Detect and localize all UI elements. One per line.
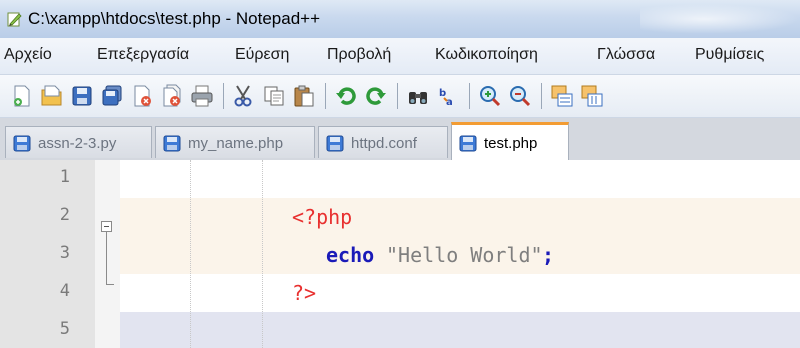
tab-label: my_name.php	[188, 135, 284, 152]
notepadpp-app-icon[interactable]	[6, 11, 22, 27]
semicolon: ;	[542, 243, 555, 267]
tab-httpd-conf[interactable]: httpd.conf	[318, 126, 448, 158]
menu-view[interactable]: Προβολή	[327, 46, 391, 64]
tab-label: httpd.conf	[351, 135, 417, 152]
code-line-2[interactable]: 2 <?php	[0, 198, 800, 236]
document-saved-icon	[13, 135, 31, 152]
fold-range-end	[106, 284, 114, 285]
toolbar-separator	[397, 83, 398, 109]
menu-search[interactable]: Εύρεση	[235, 46, 289, 64]
indent-guide	[262, 160, 263, 348]
open-file-icon[interactable]	[40, 84, 64, 108]
php-open-tag: <?php	[292, 205, 353, 229]
code-line-5[interactable]: 5	[0, 312, 800, 348]
new-file-icon[interactable]	[10, 84, 34, 108]
code-line-3[interactable]: 3 echo "Hello World" ;	[0, 236, 800, 274]
menu-settings[interactable]: Ρυθμίσεις	[695, 46, 764, 64]
fold-collapse-icon[interactable]	[101, 221, 112, 232]
svg-text:a: a	[446, 97, 453, 108]
tab-assn-2-3[interactable]: assn-2-3.py	[5, 126, 152, 158]
copy-icon[interactable]	[262, 84, 286, 108]
close-icon[interactable]	[130, 84, 154, 108]
line-content[interactable]: ?>	[120, 274, 800, 312]
line-number: 2	[59, 205, 70, 225]
redo-icon[interactable]	[364, 84, 388, 108]
code-line-4[interactable]: 4 ?>	[0, 274, 800, 312]
code-editor[interactable]: 1 2 <?php 3 echo "Hello World" ; 4 ?> 5	[0, 160, 800, 348]
line-content[interactable]: <?php	[120, 198, 800, 236]
zoom-out-icon[interactable]	[508, 84, 532, 108]
undo-icon[interactable]	[334, 84, 358, 108]
tab-bar: assn-2-3.py my_name.php httpd.conf test.…	[0, 118, 800, 161]
tab-test-php[interactable]: test.php	[451, 122, 569, 160]
sync-horizontal-icon[interactable]	[580, 84, 604, 108]
indent-guide	[190, 160, 191, 348]
line-number: 1	[59, 167, 70, 187]
fold-range-line	[106, 232, 107, 284]
toolbar: ba	[0, 75, 800, 118]
document-saved-icon	[459, 135, 477, 152]
document-saved-icon	[163, 135, 181, 152]
find-icon[interactable]	[406, 84, 430, 108]
tab-my-name[interactable]: my_name.php	[155, 126, 315, 158]
toolbar-separator	[541, 83, 542, 109]
menu-edit[interactable]: Επεξεργασία	[97, 46, 189, 64]
replace-icon[interactable]: ba	[436, 84, 460, 108]
string-literal: "Hello World"	[386, 243, 543, 267]
toolbar-separator	[325, 83, 326, 109]
menu-file[interactable]: Αρχείο	[4, 46, 52, 64]
menu-language[interactable]: Γλώσσα	[597, 46, 655, 64]
toolbar-separator	[469, 83, 470, 109]
close-all-icon[interactable]	[160, 84, 184, 108]
tab-label: assn-2-3.py	[38, 135, 117, 152]
code-line-1[interactable]: 1	[0, 160, 800, 198]
sync-vertical-icon[interactable]	[550, 84, 574, 108]
menu-bar: Αρχείο Επεξεργασία Εύρεση Προβολή Κωδικο…	[0, 38, 800, 75]
document-saved-icon	[326, 135, 344, 152]
paste-icon[interactable]	[292, 84, 316, 108]
save-all-icon[interactable]	[100, 84, 124, 108]
echo-keyword: echo	[326, 243, 375, 267]
current-line-highlight[interactable]	[120, 312, 800, 348]
titlebar-highlight	[640, 4, 800, 34]
save-icon[interactable]	[70, 84, 94, 108]
notepadpp-window: C:\xampp\htdocs\test.php - Notepad++ Αρχ…	[0, 0, 800, 348]
toolbar-separator	[223, 83, 224, 109]
line-number: 3	[59, 243, 70, 263]
line-number: 5	[59, 319, 70, 339]
php-close-tag: ?>	[292, 281, 317, 305]
menu-encoding[interactable]: Κωδικοποίηση	[435, 46, 538, 64]
print-icon[interactable]	[190, 84, 214, 108]
tab-label: test.php	[484, 135, 538, 152]
line-number: 4	[59, 281, 70, 301]
line-content[interactable]	[120, 160, 800, 198]
zoom-in-icon[interactable]	[478, 84, 502, 108]
line-content[interactable]: echo "Hello World" ;	[120, 236, 800, 274]
title-bar[interactable]: C:\xampp\htdocs\test.php - Notepad++	[0, 0, 800, 38]
cut-icon[interactable]	[232, 84, 256, 108]
window-title: C:\xampp\htdocs\test.php - Notepad++	[28, 9, 321, 28]
